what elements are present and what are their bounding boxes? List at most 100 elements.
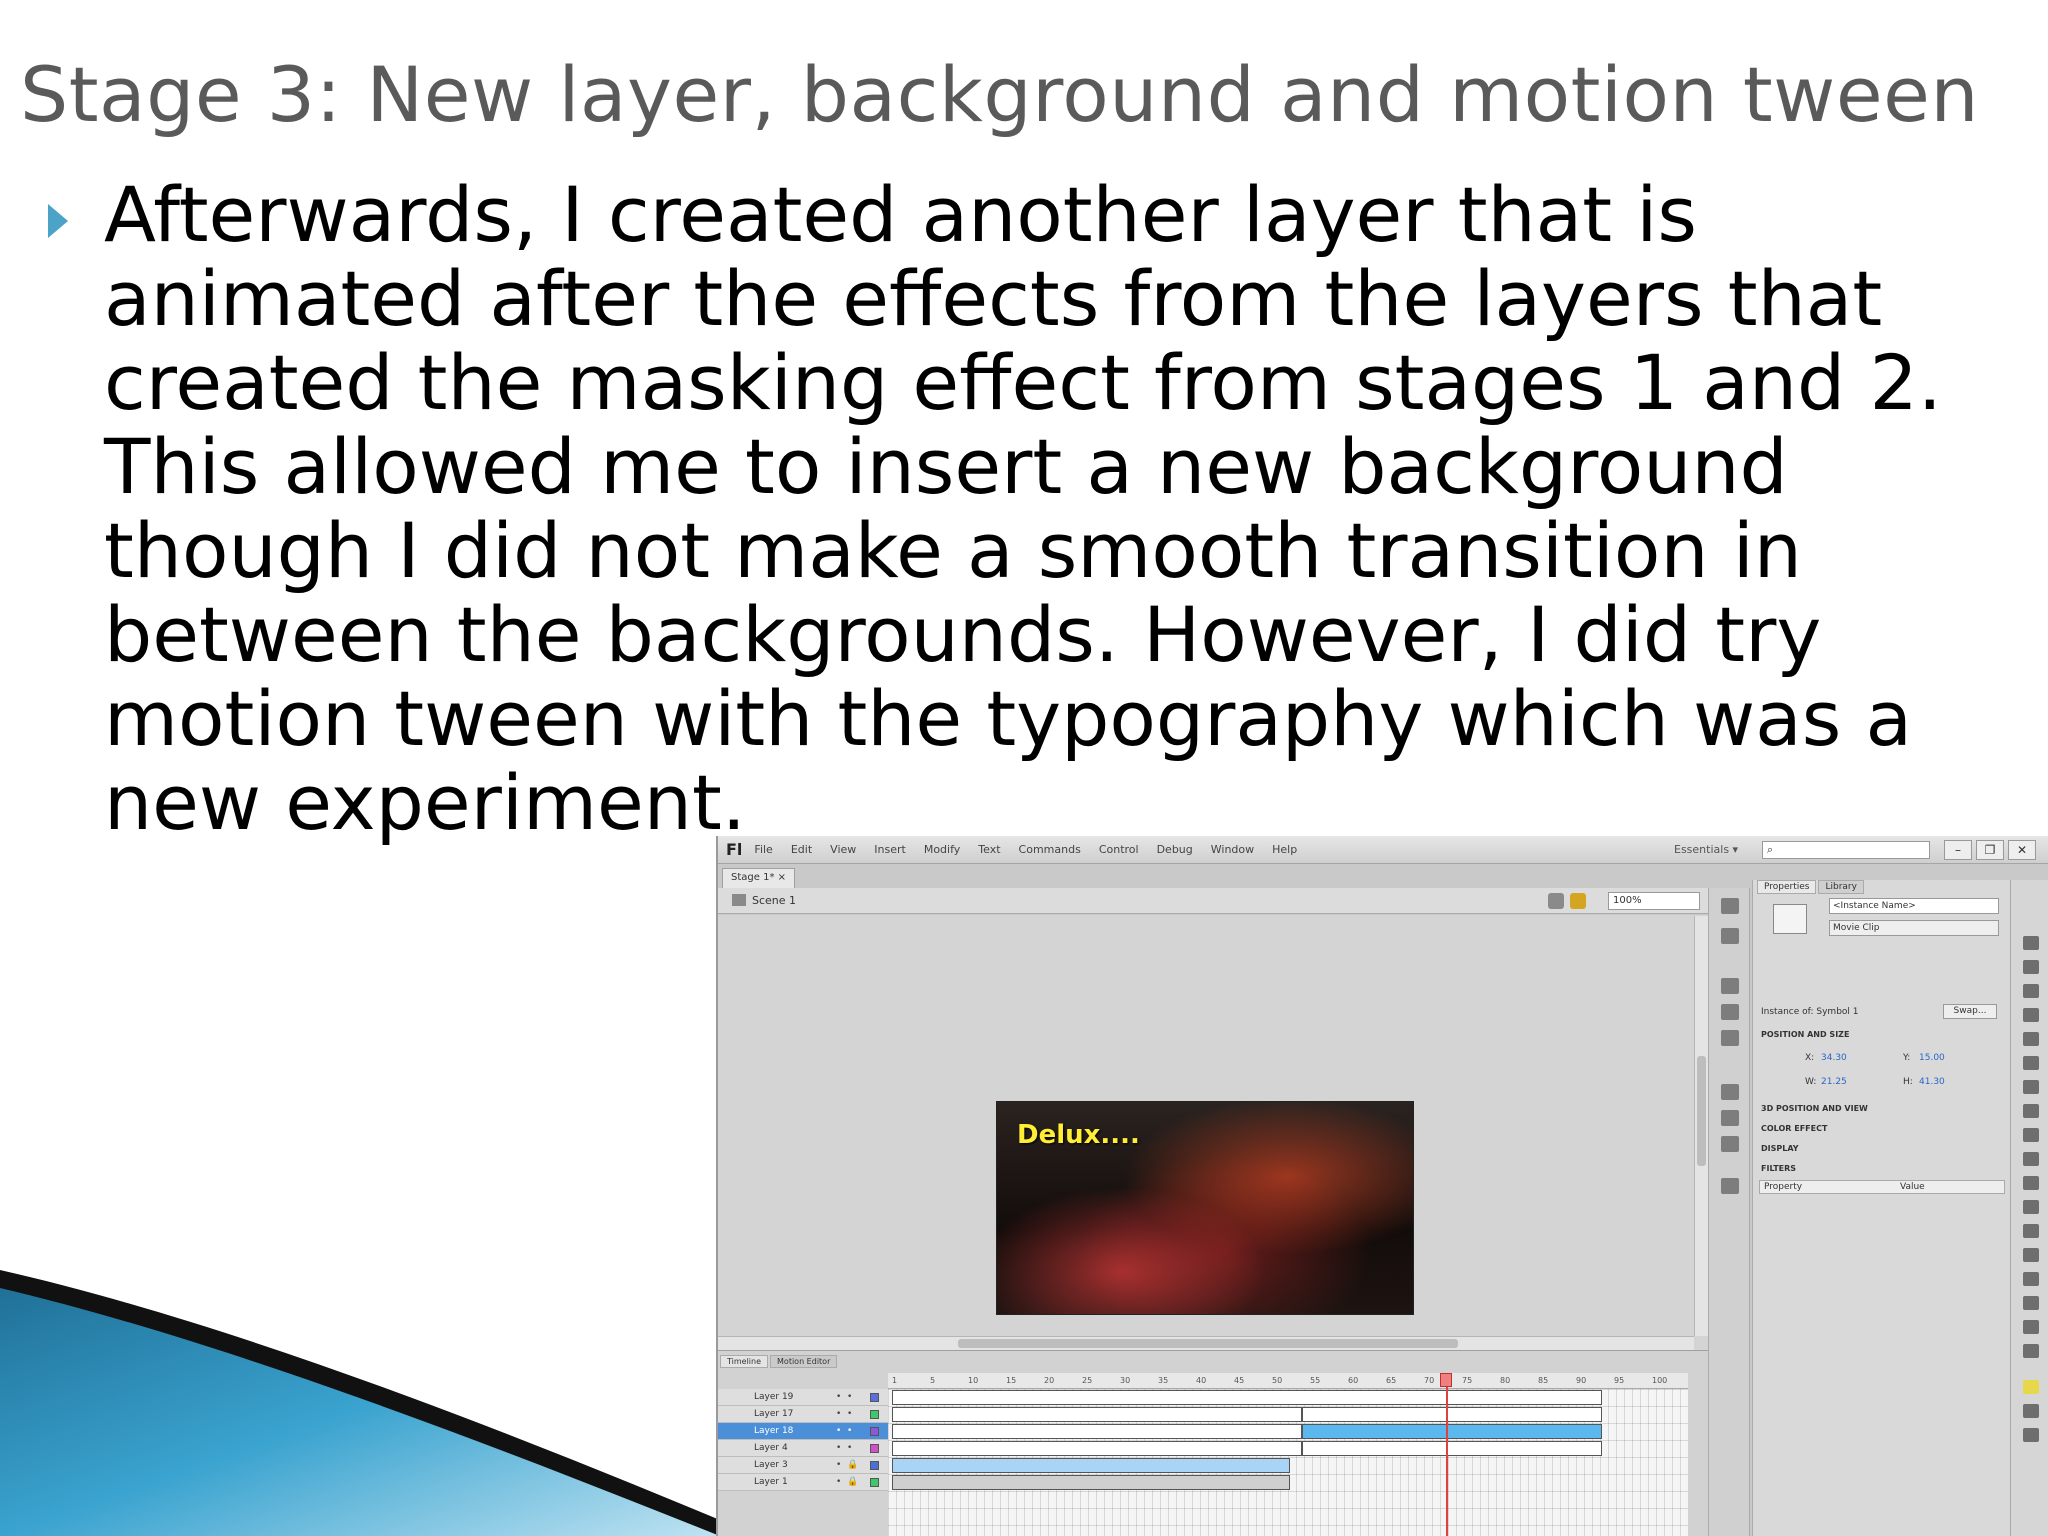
instance-name-input[interactable]: <Instance Name> bbox=[1829, 898, 1999, 914]
deco-tool-icon[interactable] bbox=[2023, 1200, 2039, 1214]
layer-outline-color[interactable] bbox=[870, 1478, 879, 1487]
fill-color-icon[interactable] bbox=[2023, 1380, 2039, 1394]
position-size-section[interactable]: POSITION AND SIZE bbox=[1761, 1030, 1849, 1039]
stage-canvas[interactable]: Delux.... bbox=[996, 1101, 1414, 1315]
layer-row[interactable]: Layer 3 • 🔒 bbox=[718, 1457, 888, 1474]
frame-ruler[interactable]: 1 5 10 15 20 25 30 35 40 45 50 55 60 65 70 75 80 85 90 95 10… bbox=[888, 1373, 1688, 1389]
scroll-thumb[interactable] bbox=[958, 1339, 1458, 1348]
layer-row[interactable]: Layer 19 • • bbox=[718, 1389, 888, 1406]
frame-span[interactable] bbox=[892, 1390, 1602, 1405]
panel-icon[interactable] bbox=[1721, 978, 1739, 994]
x-value[interactable]: 34.30 bbox=[1821, 1053, 1847, 1063]
frame-span[interactable] bbox=[892, 1475, 1290, 1490]
zoom-tool-icon[interactable] bbox=[2023, 1344, 2039, 1358]
frame-span[interactable] bbox=[1302, 1441, 1602, 1456]
playhead-handle[interactable] bbox=[1440, 1373, 1452, 1387]
frame-span[interactable] bbox=[892, 1424, 1302, 1439]
motion-tween-span[interactable] bbox=[1302, 1424, 1602, 1439]
3d-position-section[interactable]: 3D POSITION AND VIEW bbox=[1761, 1104, 1868, 1113]
menu-insert[interactable]: Insert bbox=[874, 843, 906, 856]
workspace-switcher[interactable]: Essentials ▾ bbox=[1674, 843, 1738, 856]
layer-visibility-lock-icons[interactable]: • 🔒 bbox=[836, 1457, 858, 1473]
menu-control[interactable]: Control bbox=[1099, 843, 1139, 856]
layer-outline-color[interactable] bbox=[870, 1393, 879, 1402]
menu-text[interactable]: Text bbox=[978, 843, 1000, 856]
tab-motion-editor[interactable]: Motion Editor bbox=[770, 1355, 838, 1368]
h-value[interactable]: 41.30 bbox=[1919, 1077, 1945, 1087]
panel-icon[interactable] bbox=[1721, 1136, 1739, 1152]
panel-icon[interactable] bbox=[1721, 1030, 1739, 1046]
hand-tool-icon[interactable] bbox=[2023, 1320, 2039, 1334]
frame-span[interactable] bbox=[1302, 1407, 1602, 1422]
panel-icon[interactable] bbox=[1721, 898, 1739, 914]
panel-icon[interactable] bbox=[1721, 1110, 1739, 1126]
layer-visibility-lock-icons[interactable]: • 🔒 bbox=[836, 1474, 858, 1490]
menu-debug[interactable]: Debug bbox=[1157, 843, 1193, 856]
edit-scene-icon[interactable] bbox=[1570, 893, 1586, 909]
free-transform-tool-icon[interactable] bbox=[2023, 984, 2039, 998]
layer-row[interactable]: Layer 4 • • bbox=[718, 1440, 888, 1457]
menu-commands[interactable]: Commands bbox=[1019, 843, 1081, 856]
3d-rotation-tool-icon[interactable] bbox=[2023, 1008, 2039, 1022]
pen-tool-icon[interactable] bbox=[2023, 1056, 2039, 1070]
layer-row-selected[interactable]: Layer 18 • • bbox=[718, 1423, 888, 1440]
bone-tool-icon[interactable] bbox=[2023, 1224, 2039, 1238]
layer-visibility-lock-icons[interactable]: • • bbox=[836, 1423, 852, 1439]
text-tool-icon[interactable] bbox=[2023, 1080, 2039, 1094]
motion-tween-span[interactable] bbox=[892, 1458, 1290, 1473]
menu-help[interactable]: Help bbox=[1272, 843, 1297, 856]
help-search-input[interactable]: ⌕ bbox=[1762, 841, 1930, 859]
layer-outline-color[interactable] bbox=[870, 1461, 879, 1470]
frame-grid[interactable] bbox=[888, 1389, 1688, 1536]
snap-icon[interactable] bbox=[2023, 1428, 2039, 1442]
menu-edit[interactable]: Edit bbox=[791, 843, 812, 856]
selection-tool-icon[interactable] bbox=[2023, 936, 2039, 950]
scroll-thumb[interactable] bbox=[1697, 1056, 1706, 1166]
stage-vertical-scrollbar[interactable] bbox=[1694, 916, 1708, 1336]
tab-properties[interactable]: Properties bbox=[1757, 880, 1817, 894]
paint-bucket-tool-icon[interactable] bbox=[2023, 1248, 2039, 1262]
line-tool-icon[interactable] bbox=[2023, 1104, 2039, 1118]
layer-outline-color[interactable] bbox=[870, 1427, 879, 1436]
layer-outline-color[interactable] bbox=[870, 1444, 879, 1453]
instance-type-select[interactable]: Movie Clip bbox=[1829, 920, 1999, 936]
menu-view[interactable]: View bbox=[830, 843, 856, 856]
pencil-tool-icon[interactable] bbox=[2023, 1152, 2039, 1166]
menu-window[interactable]: Window bbox=[1211, 843, 1254, 856]
eyedropper-tool-icon[interactable] bbox=[2023, 1272, 2039, 1286]
eraser-tool-icon[interactable] bbox=[2023, 1296, 2039, 1310]
menu-modify[interactable]: Modify bbox=[924, 843, 960, 856]
panel-icon[interactable] bbox=[1721, 1084, 1739, 1100]
layer-visibility-lock-icons[interactable]: • • bbox=[836, 1389, 852, 1405]
zoom-select[interactable]: 100% bbox=[1608, 892, 1700, 910]
minimize-button[interactable]: – bbox=[1944, 840, 1972, 860]
panel-icon[interactable] bbox=[1721, 1004, 1739, 1020]
filters-section[interactable]: FILTERS bbox=[1761, 1164, 1796, 1173]
tab-library[interactable]: Library bbox=[1818, 880, 1864, 894]
document-tab[interactable]: Stage 1* × bbox=[722, 868, 795, 888]
layer-row[interactable]: Layer 17 • • bbox=[718, 1406, 888, 1423]
rectangle-tool-icon[interactable] bbox=[2023, 1128, 2039, 1142]
y-value[interactable]: 15.00 bbox=[1919, 1053, 1945, 1063]
stage-horizontal-scrollbar[interactable] bbox=[718, 1336, 1694, 1350]
edit-symbol-icon[interactable] bbox=[1548, 893, 1564, 909]
display-section[interactable]: DISPLAY bbox=[1761, 1144, 1799, 1153]
tab-timeline[interactable]: Timeline bbox=[720, 1355, 769, 1368]
playhead[interactable] bbox=[1446, 1373, 1448, 1536]
frame-span[interactable] bbox=[892, 1407, 1302, 1422]
close-button[interactable]: ✕ bbox=[2008, 840, 2036, 860]
scene-label[interactable]: Scene 1 bbox=[752, 894, 796, 907]
brush-tool-icon[interactable] bbox=[2023, 1176, 2039, 1190]
layer-visibility-lock-icons[interactable]: • • bbox=[836, 1406, 852, 1422]
swap-button[interactable]: Swap... bbox=[1943, 1004, 1997, 1019]
w-value[interactable]: 21.25 bbox=[1821, 1077, 1847, 1087]
panel-icon[interactable] bbox=[1721, 1178, 1739, 1194]
layer-row[interactable]: Layer 1 • 🔒 bbox=[718, 1474, 888, 1491]
menu-file[interactable]: File bbox=[754, 843, 772, 856]
layer-visibility-lock-icons[interactable]: • • bbox=[836, 1440, 852, 1456]
color-effect-section[interactable]: COLOR EFFECT bbox=[1761, 1124, 1827, 1133]
panel-icon[interactable] bbox=[1721, 928, 1739, 944]
restore-button[interactable]: ❐ bbox=[1976, 840, 2004, 860]
layer-outline-color[interactable] bbox=[870, 1410, 879, 1419]
swap-colors-icon[interactable] bbox=[2023, 1404, 2039, 1418]
